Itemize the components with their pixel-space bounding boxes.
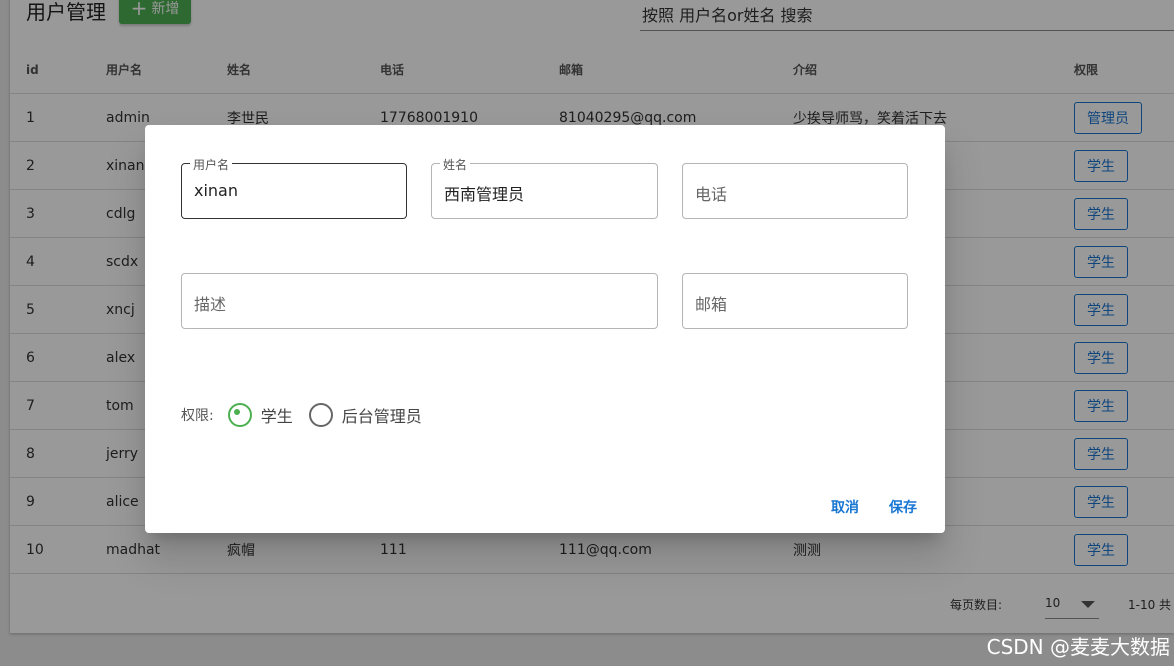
dialog-actions: 取消 保存 — [831, 497, 917, 517]
watermark: CSDN @麦麦大数据 — [986, 635, 1170, 659]
description-field-placeholder: 描述 — [194, 295, 227, 314]
name-field-label: 姓名 — [440, 156, 471, 173]
name-field-value[interactable]: 西南管理员 — [444, 181, 524, 205]
cancel-button[interactable]: 取消 — [831, 497, 859, 517]
radio-admin-label: 后台管理员 — [341, 407, 422, 426]
radio-student[interactable]: 学生 — [227, 403, 293, 427]
edit-user-dialog: 用户名 xinan 姓名 西南管理员 电话 描述 邮箱 权限: 学生 后台管理员… — [145, 125, 945, 533]
name-field[interactable]: 姓名 西南管理员 — [431, 156, 658, 219]
permission-radio-group: 权限: 学生 后台管理员 — [181, 402, 422, 428]
description-field[interactable]: 描述 — [181, 273, 658, 329]
permission-label: 权限: — [181, 408, 214, 424]
radio-unchecked-icon[interactable] — [308, 403, 333, 427]
radio-checked-icon[interactable] — [227, 403, 252, 427]
username-field-label: 用户名 — [190, 156, 233, 173]
phone-field-placeholder: 电话 — [695, 185, 728, 204]
email-field-placeholder: 邮箱 — [695, 295, 728, 314]
username-field-value[interactable]: xinan — [194, 181, 238, 200]
radio-admin[interactable]: 后台管理员 — [308, 403, 422, 427]
phone-field[interactable]: 电话 — [682, 163, 908, 219]
email-field[interactable]: 邮箱 — [682, 273, 908, 329]
save-button[interactable]: 保存 — [889, 497, 917, 517]
radio-student-label: 学生 — [260, 407, 293, 426]
username-field[interactable]: 用户名 xinan — [181, 156, 407, 219]
